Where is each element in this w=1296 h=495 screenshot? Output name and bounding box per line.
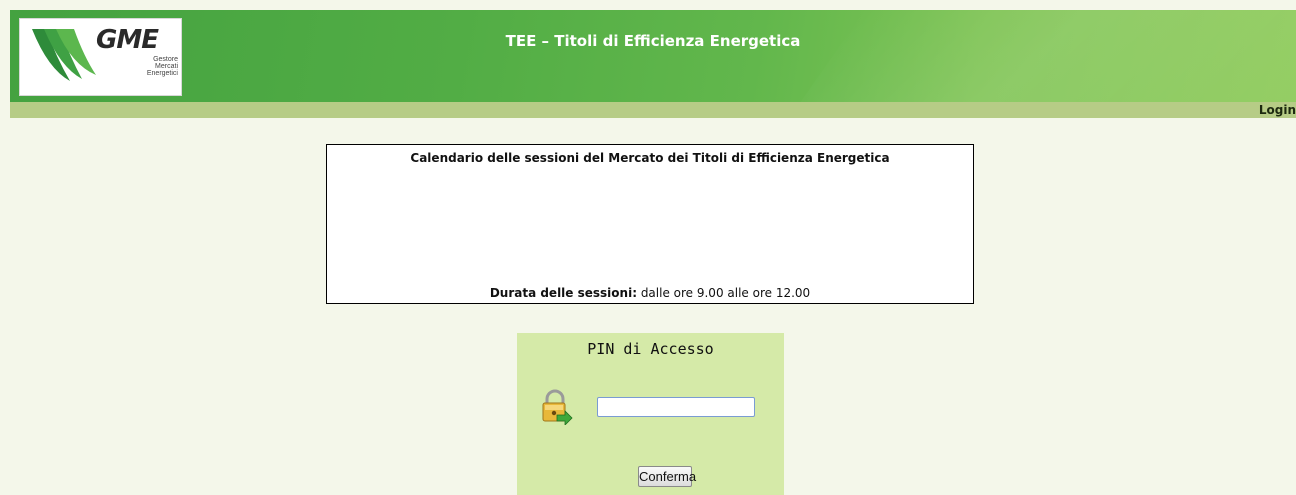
session-duration-label: Durata delle sessioni:	[489, 286, 637, 300]
login-bar: Login	[10, 102, 1296, 118]
gme-logo[interactable]: GME Gestore Mercati Energetici	[19, 18, 182, 96]
pin-input[interactable]	[597, 397, 755, 417]
header-banner: GME Gestore Mercati Energetici TEE – Tit…	[10, 10, 1296, 102]
session-duration-value: dalle ore 9.00 alle ore 12.00	[637, 286, 811, 300]
lock-icon	[542, 389, 573, 425]
header-shine	[780, 10, 1296, 102]
pin-access-panel: PIN di Accesso Conferma	[517, 333, 784, 495]
calendar-title: Calendario delle sessioni del Mercato de…	[410, 151, 890, 165]
gme-logo-subtitle: Gestore Mercati Energetici	[146, 56, 178, 77]
login-link[interactable]: Login	[1259, 103, 1296, 117]
confirm-button[interactable]: Conferma	[638, 466, 696, 487]
page-title: TEE – Titoli di Efficienza Energetica	[505, 32, 801, 50]
sessions-calendar-box: Calendario delle sessioni del Mercato de…	[326, 144, 974, 304]
session-duration: Durata delle sessioni: dalle ore 9.00 al…	[327, 286, 973, 300]
pin-title: PIN di Accesso	[587, 340, 714, 358]
